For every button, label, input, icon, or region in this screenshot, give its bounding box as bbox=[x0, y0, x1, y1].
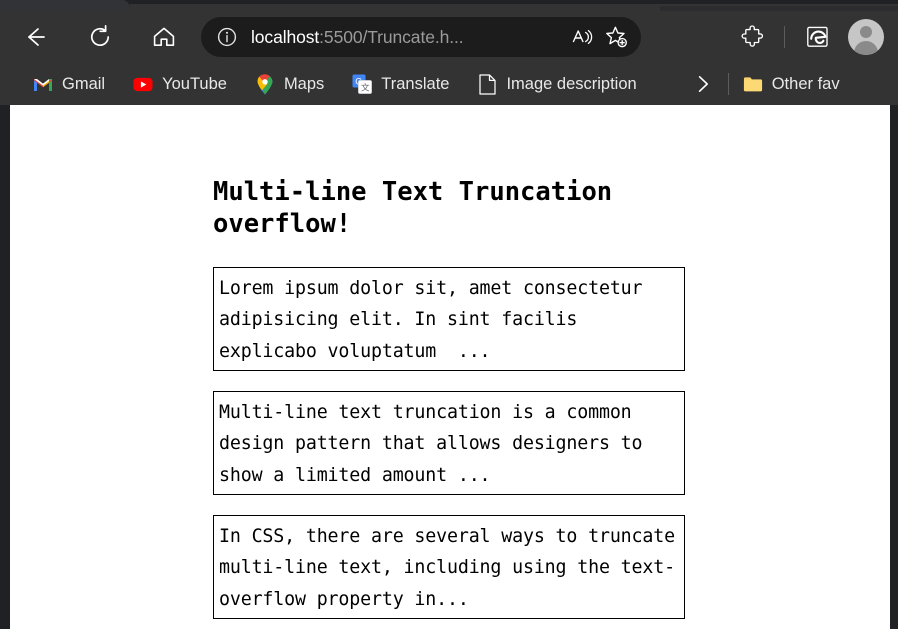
toolbar-divider bbox=[784, 26, 785, 48]
other-favorites-button[interactable]: Other fav bbox=[739, 69, 849, 99]
profile-avatar[interactable] bbox=[848, 19, 884, 55]
truncated-text-box-3: In CSS, there are several ways to trunca… bbox=[213, 515, 685, 619]
url-host: localhost bbox=[251, 27, 319, 47]
add-favorite-icon[interactable] bbox=[599, 20, 633, 54]
bookmark-label: YouTube bbox=[162, 75, 227, 94]
svg-text:文: 文 bbox=[361, 83, 370, 93]
url-path: :5500/Truncate.h... bbox=[319, 27, 463, 47]
other-favorites-label: Other fav bbox=[772, 75, 840, 94]
youtube-icon bbox=[133, 74, 153, 94]
bookmarks-bar: Gmail YouTube Maps bbox=[0, 63, 898, 105]
page-content: Multi-line Text Truncation overflow! Lor… bbox=[10, 105, 890, 619]
active-tab[interactable] bbox=[0, 0, 130, 11]
bookmark-label: Image description bbox=[506, 75, 636, 94]
home-icon bbox=[151, 24, 177, 50]
chevron-right-icon bbox=[692, 73, 714, 95]
bookmark-image-description[interactable]: Image description bbox=[468, 69, 645, 99]
puzzle-piece-icon bbox=[740, 25, 765, 50]
reload-icon bbox=[87, 24, 113, 50]
truncated-text-box-2: Multi-line text truncation is a common d… bbox=[213, 391, 685, 495]
browser-toolbar: localhost:5500/Truncate.h... bbox=[0, 11, 898, 63]
bookmark-maps[interactable]: Maps bbox=[246, 69, 333, 99]
bookmark-label: Gmail bbox=[62, 75, 105, 94]
page-viewport: Multi-line Text Truncation overflow! Lor… bbox=[10, 105, 890, 629]
page-title: Multi-line Text Truncation overflow! bbox=[213, 177, 613, 241]
folder-icon bbox=[743, 74, 763, 94]
bookmarks-divider bbox=[728, 73, 729, 95]
bookmark-gmail[interactable]: Gmail bbox=[24, 69, 114, 99]
bookmark-label: Maps bbox=[284, 75, 324, 94]
truncated-text-box-1: Lorem ipsum dolor sit, amet consectetur … bbox=[213, 267, 685, 371]
read-aloud-icon[interactable] bbox=[565, 20, 599, 54]
ie-mode-button[interactable] bbox=[796, 16, 838, 58]
back-button[interactable] bbox=[14, 16, 56, 58]
gmail-icon bbox=[33, 74, 53, 94]
bookmark-youtube[interactable]: YouTube bbox=[124, 69, 236, 99]
back-arrow-icon bbox=[22, 24, 48, 50]
info-circle-icon[interactable] bbox=[213, 23, 241, 51]
address-bar[interactable]: localhost:5500/Truncate.h... bbox=[201, 17, 641, 57]
tab-strip bbox=[0, 0, 898, 11]
url-text[interactable]: localhost:5500/Truncate.h... bbox=[241, 27, 565, 48]
toolbar-right-group bbox=[731, 16, 884, 58]
bookmark-translate[interactable]: G 文 Translate bbox=[343, 69, 458, 99]
document-icon bbox=[477, 74, 497, 94]
bookmark-label: Translate bbox=[381, 75, 449, 94]
tab-strip-right-area bbox=[660, 6, 898, 11]
home-button[interactable] bbox=[143, 16, 185, 58]
maps-icon bbox=[255, 74, 275, 94]
bookmarks-overflow-button[interactable] bbox=[688, 69, 718, 99]
reload-button[interactable] bbox=[79, 16, 121, 58]
translate-icon: G 文 bbox=[352, 74, 372, 94]
browser-window: localhost:5500/Truncate.h... bbox=[0, 0, 898, 629]
internet-explorer-icon bbox=[804, 24, 831, 51]
extensions-button[interactable] bbox=[731, 16, 773, 58]
